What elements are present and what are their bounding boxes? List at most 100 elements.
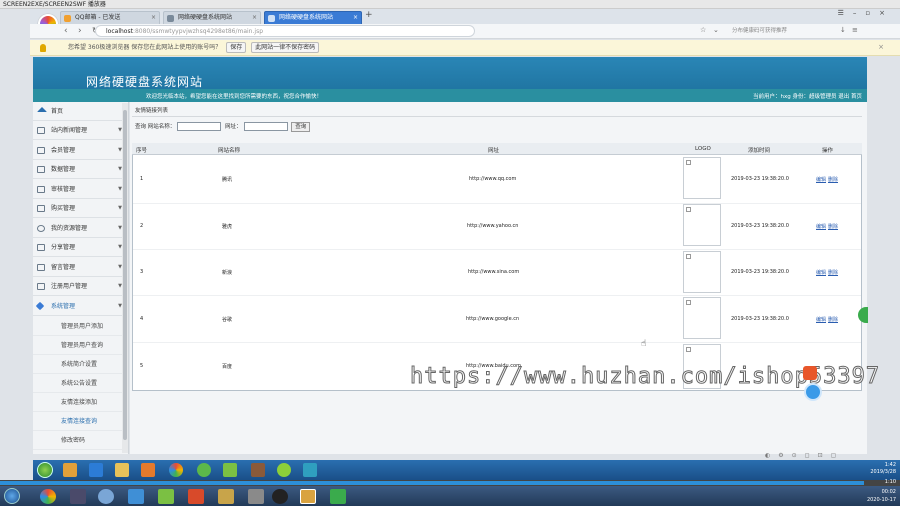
logo-checkbox[interactable] xyxy=(686,207,691,212)
never-save-button[interactable]: 此网站一律不保存密码 xyxy=(251,42,320,53)
app-icon[interactable] xyxy=(277,463,291,477)
sub-item-system-notice[interactable]: 系统公告设置 xyxy=(33,374,125,393)
edit-link[interactable]: 编辑 xyxy=(816,316,826,323)
sidebar-item-label: 首页 xyxy=(51,108,64,115)
sub-item-add-admin[interactable]: 管理员用户添加 xyxy=(33,317,125,336)
download-icon[interactable]: ↓ xyxy=(840,26,846,34)
tab-qq-mail[interactable]: QQ邮箱 - 已发送 × xyxy=(60,11,160,24)
floating-app-icon[interactable] xyxy=(803,366,817,380)
app-icon[interactable] xyxy=(188,489,204,504)
logo-checkbox[interactable] xyxy=(686,300,691,305)
start-button-icon[interactable] xyxy=(37,462,53,478)
sidebar-scroll-thumb[interactable] xyxy=(123,110,127,440)
resource-icon xyxy=(37,225,45,232)
logo-checkbox[interactable] xyxy=(686,160,691,165)
row-divider xyxy=(133,342,861,343)
close-tab-icon[interactable]: × xyxy=(353,12,358,24)
sidebar-item-home[interactable]: 首页 xyxy=(33,102,125,121)
sidebar-item-registered-users[interactable]: 注册用户管理 ▼ xyxy=(33,277,125,296)
back-icon[interactable]: ‹ xyxy=(64,26,68,36)
app-icon[interactable] xyxy=(223,463,237,477)
taskbar-app-icon[interactable] xyxy=(63,463,77,477)
site-name-input[interactable] xyxy=(177,122,222,131)
folder-icon[interactable] xyxy=(218,489,234,504)
cell-url: http://www.google.cn xyxy=(466,316,520,322)
sidebar-item-members[interactable]: 会员管理 ▼ xyxy=(33,141,125,160)
app-icon[interactable] xyxy=(158,489,174,504)
new-tab-button[interactable]: + xyxy=(365,10,373,20)
app-icon[interactable] xyxy=(128,489,144,504)
save-password-button[interactable]: 保存 xyxy=(226,42,247,53)
tab-site-1[interactable]: 网络硬硬盘系统网站 × xyxy=(163,11,261,24)
side-float-tab[interactable] xyxy=(858,307,868,323)
floating-assistant-icon[interactable] xyxy=(804,383,822,401)
inner-time: 1:42 xyxy=(884,462,896,468)
sidebar-item-share[interactable]: 分享管理 ▼ xyxy=(33,238,125,257)
sidebar: 首页 站内新闻管理 ▼ 会员管理 ▼ 数据管理 ▼ 审核管理 ▼ 购买管理 ▼ 我的资源管… xyxy=(33,102,129,454)
logo-checkbox[interactable] xyxy=(686,254,691,259)
sidebar-item-label: 数据管理 xyxy=(51,166,76,173)
window-controls[interactable]: ☰–▫× xyxy=(838,9,894,17)
sidebar-item-news[interactable]: 站内新闻管理 ▼ xyxy=(33,121,125,140)
sidebar-item-messages[interactable]: 留言管理 ▼ xyxy=(33,258,125,277)
sidebar-item-data[interactable]: 数据管理 ▼ xyxy=(33,160,125,179)
browser-status-tools[interactable]: ◐⚙⊙◻⊡▢ xyxy=(765,452,844,459)
outer-time: 00:02 xyxy=(881,489,896,495)
inner-clock: 1:42 2019/3/28 xyxy=(870,462,896,476)
delete-link[interactable]: 删除 xyxy=(828,223,838,230)
bookmark-star-icon[interactable]: ☆ xyxy=(700,26,706,34)
user-icon xyxy=(37,186,45,193)
sub-item-system-intro[interactable]: 系统简介设置 xyxy=(33,355,125,374)
delete-link[interactable]: 删除 xyxy=(828,316,838,323)
folder-icon[interactable] xyxy=(115,463,129,477)
sub-item-query-admin[interactable]: 管理员用户查询 xyxy=(33,336,125,355)
cell-time: 2019-03-23 19:38:20.0 xyxy=(731,176,789,182)
delete-link[interactable]: 删除 xyxy=(828,176,838,183)
sidebar-item-review[interactable]: 审核管理 ▼ xyxy=(33,180,125,199)
ie-icon[interactable] xyxy=(89,463,103,477)
edit-link[interactable]: 编辑 xyxy=(816,269,826,276)
mouse-cursor-icon: ☝ xyxy=(641,339,647,349)
close-icon[interactable]: × xyxy=(878,43,884,51)
app-icon[interactable] xyxy=(98,489,114,504)
app-icon[interactable] xyxy=(248,489,264,504)
menu-icon[interactable]: ≡ xyxy=(852,26,858,34)
app-icon[interactable] xyxy=(300,489,316,504)
user-icon xyxy=(37,205,45,212)
edit-link[interactable]: 编辑 xyxy=(816,223,826,230)
dropdown-icon[interactable]: ⌄ xyxy=(713,26,719,34)
media-player-icon[interactable] xyxy=(141,463,155,477)
qq-icon[interactable] xyxy=(272,489,288,504)
windows-start-icon[interactable] xyxy=(4,488,20,504)
search-button[interactable]: 查询 xyxy=(291,121,311,132)
chrome-icon[interactable] xyxy=(40,489,56,504)
sidebar-item-label: 留言管理 xyxy=(51,264,76,271)
site-url-input[interactable] xyxy=(243,122,288,131)
close-tab-icon[interactable]: × xyxy=(151,12,156,24)
forward-icon[interactable]: › xyxy=(78,26,82,36)
sub-item-query-link[interactable]: 友情连接查询 xyxy=(33,412,125,431)
sidebar-item-resources[interactable]: 我的资源管理 ▼ xyxy=(33,219,125,238)
sidebar-item-purchase[interactable]: 购买管理 ▼ xyxy=(33,199,125,218)
site-title: 网络硬硬盘系统网站 xyxy=(86,75,204,89)
sub-item-add-link[interactable]: 友情连接添加 xyxy=(33,393,125,412)
sub-item-change-password[interactable]: 修改密码 xyxy=(33,431,125,450)
password-save-bar: 您希望 360极速浏览器 保存您在此网站上使用的账号吗？ 保存 此网站一律不保存… xyxy=(30,40,900,56)
app-icon[interactable] xyxy=(303,463,317,477)
app-icon[interactable] xyxy=(70,489,86,504)
close-tab-icon[interactable]: × xyxy=(252,12,257,24)
browser-icon[interactable] xyxy=(169,463,183,477)
browser-search-input[interactable]: 分布健康码可获得推荐 xyxy=(724,25,822,37)
tab-site-2[interactable]: 网络硬硬盘系统网站 × xyxy=(264,11,362,24)
app-icon[interactable] xyxy=(251,463,265,477)
cell-time: 2019-03-23 19:38:20.0 xyxy=(731,223,789,229)
url-input[interactable]: localhost:8080/ssmwtyypvjwzhsq4298et86/m… xyxy=(95,25,475,37)
sidebar-item-system[interactable]: 系统管理 ▼ xyxy=(33,297,125,316)
tab-label: 网络硬硬盘系统网站 xyxy=(279,14,334,21)
edit-link[interactable]: 编辑 xyxy=(816,176,826,183)
delete-link[interactable]: 删除 xyxy=(828,269,838,276)
app-icon[interactable] xyxy=(330,489,346,504)
app-icon[interactable] xyxy=(197,463,211,477)
user-links[interactable]: 当前用户：hxg 身份：超级管理员 退出 首页 xyxy=(753,92,862,100)
logo-checkbox[interactable] xyxy=(686,347,691,352)
